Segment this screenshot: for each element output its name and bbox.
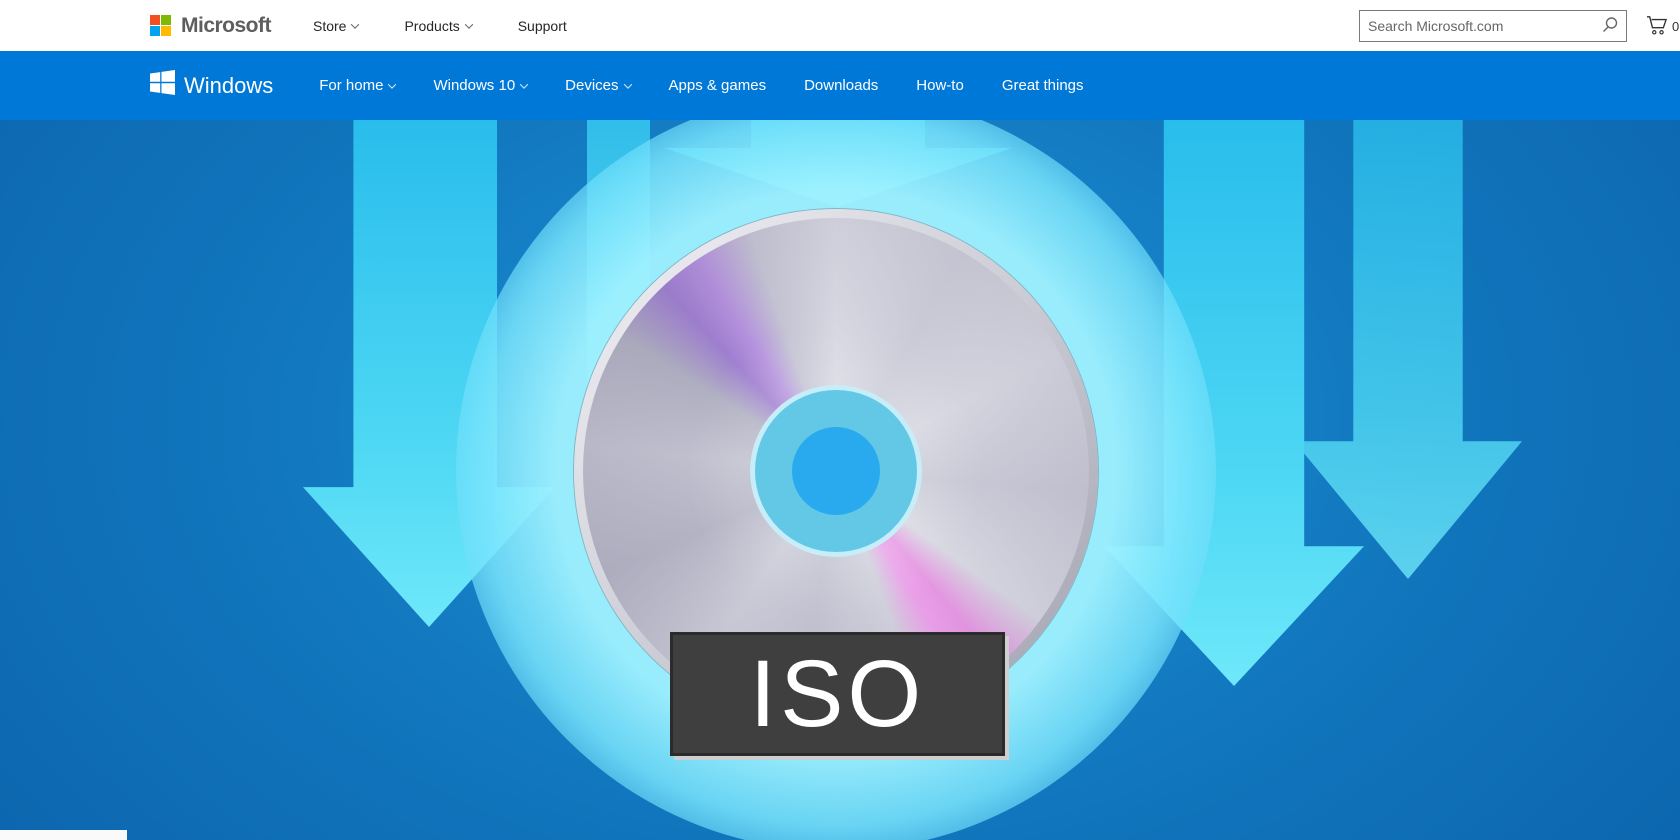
top-nav-store[interactable]: Store bbox=[313, 18, 358, 34]
cart-icon bbox=[1646, 15, 1668, 38]
win-nav-downloads[interactable]: Downloads bbox=[804, 77, 878, 94]
search-button[interactable] bbox=[1594, 16, 1626, 37]
download-arrow-right-back bbox=[1294, 120, 1522, 579]
search-input[interactable] bbox=[1360, 18, 1594, 34]
microsoft-logo-icon bbox=[150, 15, 171, 36]
iso-label: ISO bbox=[670, 632, 1005, 756]
windows-nav: For home Windows 10 Devices Apps & games… bbox=[319, 77, 1083, 94]
chevron-down-icon bbox=[388, 80, 396, 88]
win-nav-windows-10[interactable]: Windows 10 bbox=[433, 77, 527, 94]
cd-disc-hole bbox=[792, 427, 880, 515]
top-nav: Store Products Support bbox=[313, 18, 567, 34]
win-nav-devices-label: Devices bbox=[565, 77, 618, 94]
top-nav-store-label: Store bbox=[313, 18, 346, 34]
win-nav-great-things[interactable]: Great things bbox=[1002, 77, 1084, 94]
win-nav-how-to[interactable]: How-to bbox=[916, 77, 964, 94]
cart-count: 0 bbox=[1672, 19, 1679, 34]
search-box bbox=[1359, 10, 1627, 42]
win-nav-how-to-label: How-to bbox=[916, 77, 964, 94]
chevron-down-icon bbox=[464, 20, 472, 28]
top-nav-support[interactable]: Support bbox=[518, 18, 567, 34]
microsoft-logo[interactable]: Microsoft bbox=[150, 14, 271, 38]
win-nav-great-things-label: Great things bbox=[1002, 77, 1084, 94]
chevron-down-icon bbox=[351, 20, 359, 28]
chevron-down-icon bbox=[520, 80, 528, 88]
top-nav-products[interactable]: Products bbox=[404, 18, 471, 34]
top-nav-products-label: Products bbox=[404, 18, 459, 34]
cd-disc-hub bbox=[750, 385, 922, 557]
win-nav-devices[interactable]: Devices bbox=[565, 77, 630, 94]
chevron-down-icon bbox=[623, 80, 631, 88]
windows-logo-text: Windows bbox=[184, 73, 273, 99]
top-nav-support-label: Support bbox=[518, 18, 567, 34]
cart-button[interactable]: 0 bbox=[1646, 15, 1679, 38]
win-nav-apps-games[interactable]: Apps & games bbox=[669, 77, 767, 94]
page-below-strip bbox=[0, 830, 127, 840]
win-nav-downloads-label: Downloads bbox=[804, 77, 878, 94]
windows-nav-bar: Windows For home Windows 10 Devices Apps… bbox=[0, 51, 1680, 120]
win-nav-for-home[interactable]: For home bbox=[319, 77, 395, 94]
windows-logo[interactable]: Windows bbox=[150, 70, 273, 101]
iso-label-text: ISO bbox=[750, 647, 926, 742]
hero-illustration: ISO bbox=[0, 120, 1680, 840]
microsoft-top-bar: Microsoft Store Products Support bbox=[0, 0, 1680, 51]
win-nav-apps-games-label: Apps & games bbox=[669, 77, 767, 94]
win-nav-for-home-label: For home bbox=[319, 77, 383, 94]
windows-flag-icon bbox=[150, 70, 175, 101]
search-icon bbox=[1601, 16, 1619, 37]
microsoft-logo-text: Microsoft bbox=[181, 14, 271, 38]
win-nav-windows-10-label: Windows 10 bbox=[433, 77, 515, 94]
